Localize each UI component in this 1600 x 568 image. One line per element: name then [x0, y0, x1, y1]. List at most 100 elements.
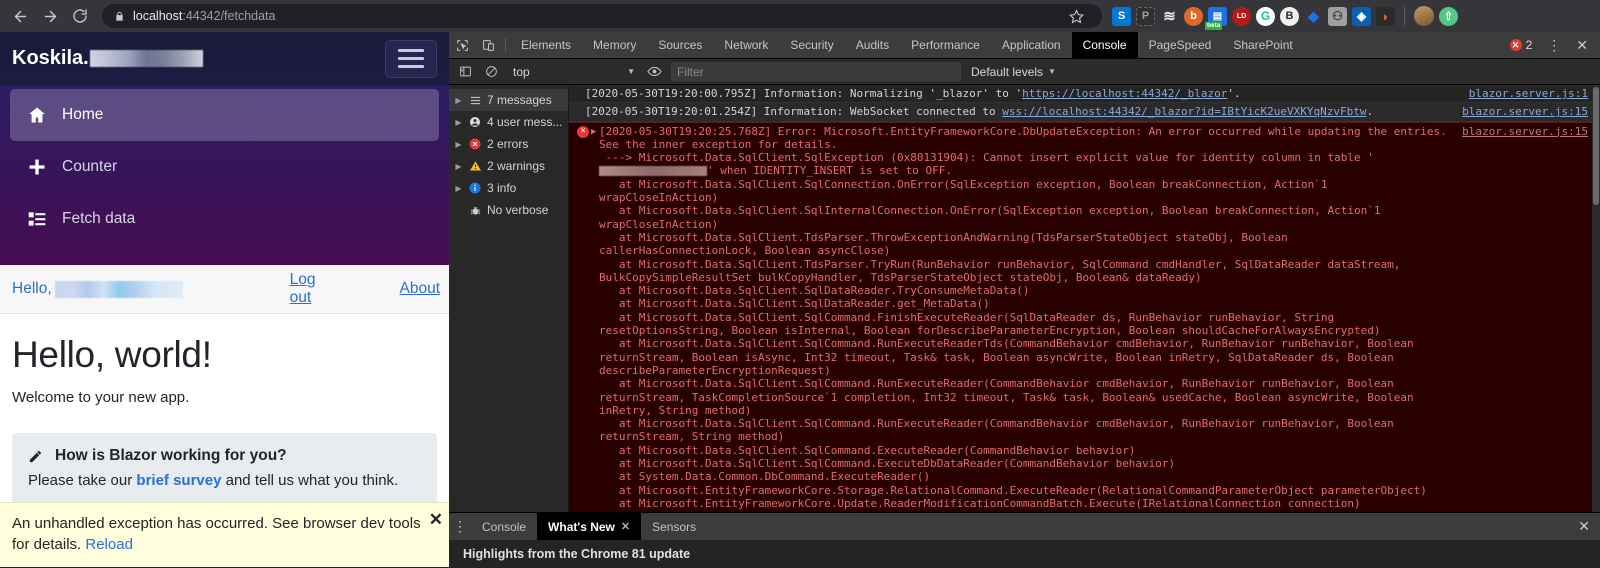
devtools-more-icon[interactable]: ⋮: [1540, 37, 1568, 54]
tab-sources[interactable]: Sources: [647, 32, 713, 58]
person-extension-glyph: ⚇: [1332, 9, 1343, 23]
banner-close-icon[interactable]: ✕: [429, 511, 443, 528]
extension-strip: S P ≋ b ▤ beta LD G B ◆ ⚇ ◈ ◗ ⇧: [1112, 6, 1458, 26]
live-expression-eye-icon[interactable]: [642, 61, 666, 83]
stack-line-0: at Microsoft.Data.SqlClient.SqlConnectio…: [599, 178, 1334, 204]
sidebar-filter-info[interactable]: ▶ 3 info: [449, 177, 568, 199]
sidebar-item-fetch-data[interactable]: Fetch data: [10, 193, 439, 245]
about-link[interactable]: About: [400, 280, 441, 298]
grammarly-extension-icon[interactable]: G: [1256, 7, 1275, 26]
survey-callout: How is Blazor working for you? Please ta…: [12, 433, 437, 505]
tab-audits[interactable]: Audits: [845, 32, 900, 58]
unhandled-exception-banner: An unhandled exception has occurred. See…: [0, 502, 449, 567]
verbose-icon: [468, 205, 482, 216]
tag-extension-icon[interactable]: ◆: [1304, 7, 1323, 26]
buffer-extension-glyph: b: [1190, 10, 1197, 22]
sidebar-filter-errors[interactable]: ▶ 2 errors: [449, 133, 568, 155]
video-extension-icon[interactable]: ▤ beta: [1208, 7, 1227, 26]
survey-body: Please take our brief survey and tell us…: [28, 472, 419, 489]
tab-security[interactable]: Security: [779, 32, 844, 58]
device-toolbar-icon[interactable]: [475, 32, 501, 58]
drawer-close-icon[interactable]: ✕: [1568, 513, 1600, 540]
tab-application[interactable]: Application: [991, 32, 1072, 58]
console-message-info[interactable]: [2020-05-30T19:20:00.795Z] Information: …: [569, 85, 1600, 103]
console-log-area[interactable]: [2020-05-30T19:20:00.795Z] Information: …: [569, 85, 1600, 567]
console-scrollbar-thumb[interactable]: [1593, 87, 1599, 205]
drawer-tab-whats-new[interactable]: What's New ✕: [537, 513, 641, 540]
log-levels-value: Default levels: [971, 65, 1043, 79]
sidebar-filter-warnings[interactable]: ▶ 2 warnings: [449, 155, 568, 177]
console-source-link[interactable]: blazor.server.js:15: [1450, 125, 1600, 138]
tab-performance[interactable]: Performance: [900, 32, 991, 58]
sidebar-filter-user-messages[interactable]: ▶ 4 user mess...: [449, 111, 568, 133]
address-bar[interactable]: localhost:44342/fetchdata: [102, 4, 1102, 28]
devtools-close-icon[interactable]: ✕: [1570, 37, 1594, 54]
forward-icon[interactable]: [36, 2, 64, 30]
survey-text-after: and tell us what you think.: [221, 472, 398, 489]
lastpass-extension-icon[interactable]: LD: [1232, 7, 1251, 26]
azure-extension-icon[interactable]: ◈: [1352, 7, 1371, 26]
buffer-extension-icon[interactable]: b: [1184, 7, 1203, 26]
sidebar-filter-info-label: 3 info: [487, 181, 516, 195]
console-source-link[interactable]: blazor.server.js:1: [1457, 87, 1600, 100]
drawer-tabbar: ⋮ Console What's New ✕ Sensors ✕: [449, 513, 1600, 540]
clear-console-icon[interactable]: [479, 61, 503, 83]
tab-elements[interactable]: Elements: [510, 32, 582, 58]
tab-network[interactable]: Network: [713, 32, 779, 58]
console-message-text: [2020-05-30T19:20:01.254Z] Information: …: [585, 105, 1450, 118]
reload-link[interactable]: Reload: [85, 536, 133, 553]
stacks-extension-icon[interactable]: ≋: [1160, 7, 1179, 26]
sidebar-item-home-label: Home: [62, 106, 103, 124]
bookmark-star-icon[interactable]: [1063, 9, 1090, 24]
tab-pagespeed[interactable]: PageSpeed: [1138, 32, 1223, 58]
close-icon[interactable]: ✕: [621, 520, 630, 533]
log-prefix-0: [2020-05-30T19:20:00.795Z] Information: …: [585, 87, 1022, 100]
console-message-error[interactable]: ✕ ▶ [2020-05-30T19:20:25.768Z] Error: Mi…: [569, 122, 1600, 567]
log-suffix-1: .: [1366, 105, 1373, 118]
logout-link[interactable]: Log out: [290, 271, 316, 307]
stack-line-14: at Microsoft.EntityFrameworkCore.Update.…: [599, 497, 1361, 510]
tab-console[interactable]: Console: [1072, 32, 1138, 58]
profile-avatar[interactable]: [1414, 6, 1434, 26]
stack-line-1: at Microsoft.Data.SqlClient.SqlInternalC…: [599, 204, 1387, 230]
tabbar-divider: [505, 38, 506, 52]
greeting: Hello,: [12, 280, 183, 298]
devtools-tabbar: Elements Memory Sources Network Security…: [449, 32, 1600, 59]
sidebar-filter-verbose[interactable]: No verbose: [449, 199, 568, 221]
skype-extension-icon[interactable]: S: [1112, 7, 1131, 26]
sidebar-item-counter[interactable]: Counter: [10, 141, 439, 193]
log-levels-select[interactable]: Default levels ▼: [971, 65, 1056, 79]
pocket-extension-icon[interactable]: P: [1136, 7, 1155, 26]
list-icon: [26, 208, 48, 230]
chrome-menu-icon[interactable]: ⇧: [1439, 7, 1458, 26]
drawer-tab-console[interactable]: Console: [471, 513, 537, 540]
execution-context-select[interactable]: top ▼: [505, 62, 640, 82]
app-main-content: Hello, world! Welcome to your new app. H…: [0, 314, 449, 505]
tab-memory[interactable]: Memory: [582, 32, 647, 58]
console-message-info[interactable]: [2020-05-30T19:20:01.254Z] Information: …: [569, 103, 1600, 121]
sidebar-filter-warnings-label: 2 warnings: [487, 159, 545, 173]
nav-toggle-button[interactable]: [385, 40, 437, 78]
error-count-badge[interactable]: ✕ 2: [1510, 38, 1539, 52]
console-sidebar-toggle-icon[interactable]: [453, 61, 477, 83]
log-link-0[interactable]: https://localhost:44342/_blazor: [1022, 87, 1227, 100]
person-extension-icon[interactable]: ⚇: [1328, 7, 1347, 26]
console-scrollbar[interactable]: [1592, 85, 1600, 567]
drawer-more-icon[interactable]: ⋮: [449, 513, 471, 540]
reload-icon[interactable]: [66, 2, 94, 30]
bitwarden-extension-icon[interactable]: B: [1280, 7, 1299, 26]
sidebar-filter-verbose-label: No verbose: [487, 203, 548, 217]
log-link-1[interactable]: wss://localhost:44342/_blazor?id=IBtYicK…: [1002, 105, 1366, 118]
console-filter-input[interactable]: [671, 62, 961, 81]
sidebar-filter-all-messages[interactable]: ▶ 7 messages: [449, 89, 568, 111]
door-extension-icon[interactable]: ◗: [1376, 7, 1395, 26]
brief-survey-link[interactable]: brief survey: [136, 472, 221, 489]
sidebar-item-home[interactable]: Home: [10, 89, 439, 141]
console-source-link[interactable]: blazor.server.js:15: [1450, 105, 1600, 118]
inspect-element-icon[interactable]: [449, 32, 475, 58]
app-brand[interactable]: Koskila.: [12, 47, 203, 70]
expand-arrow-icon[interactable]: ▶: [591, 125, 599, 139]
tab-sharepoint[interactable]: SharePoint: [1222, 32, 1303, 58]
drawer-tab-sensors[interactable]: Sensors: [641, 513, 707, 540]
back-icon[interactable]: [6, 2, 34, 30]
